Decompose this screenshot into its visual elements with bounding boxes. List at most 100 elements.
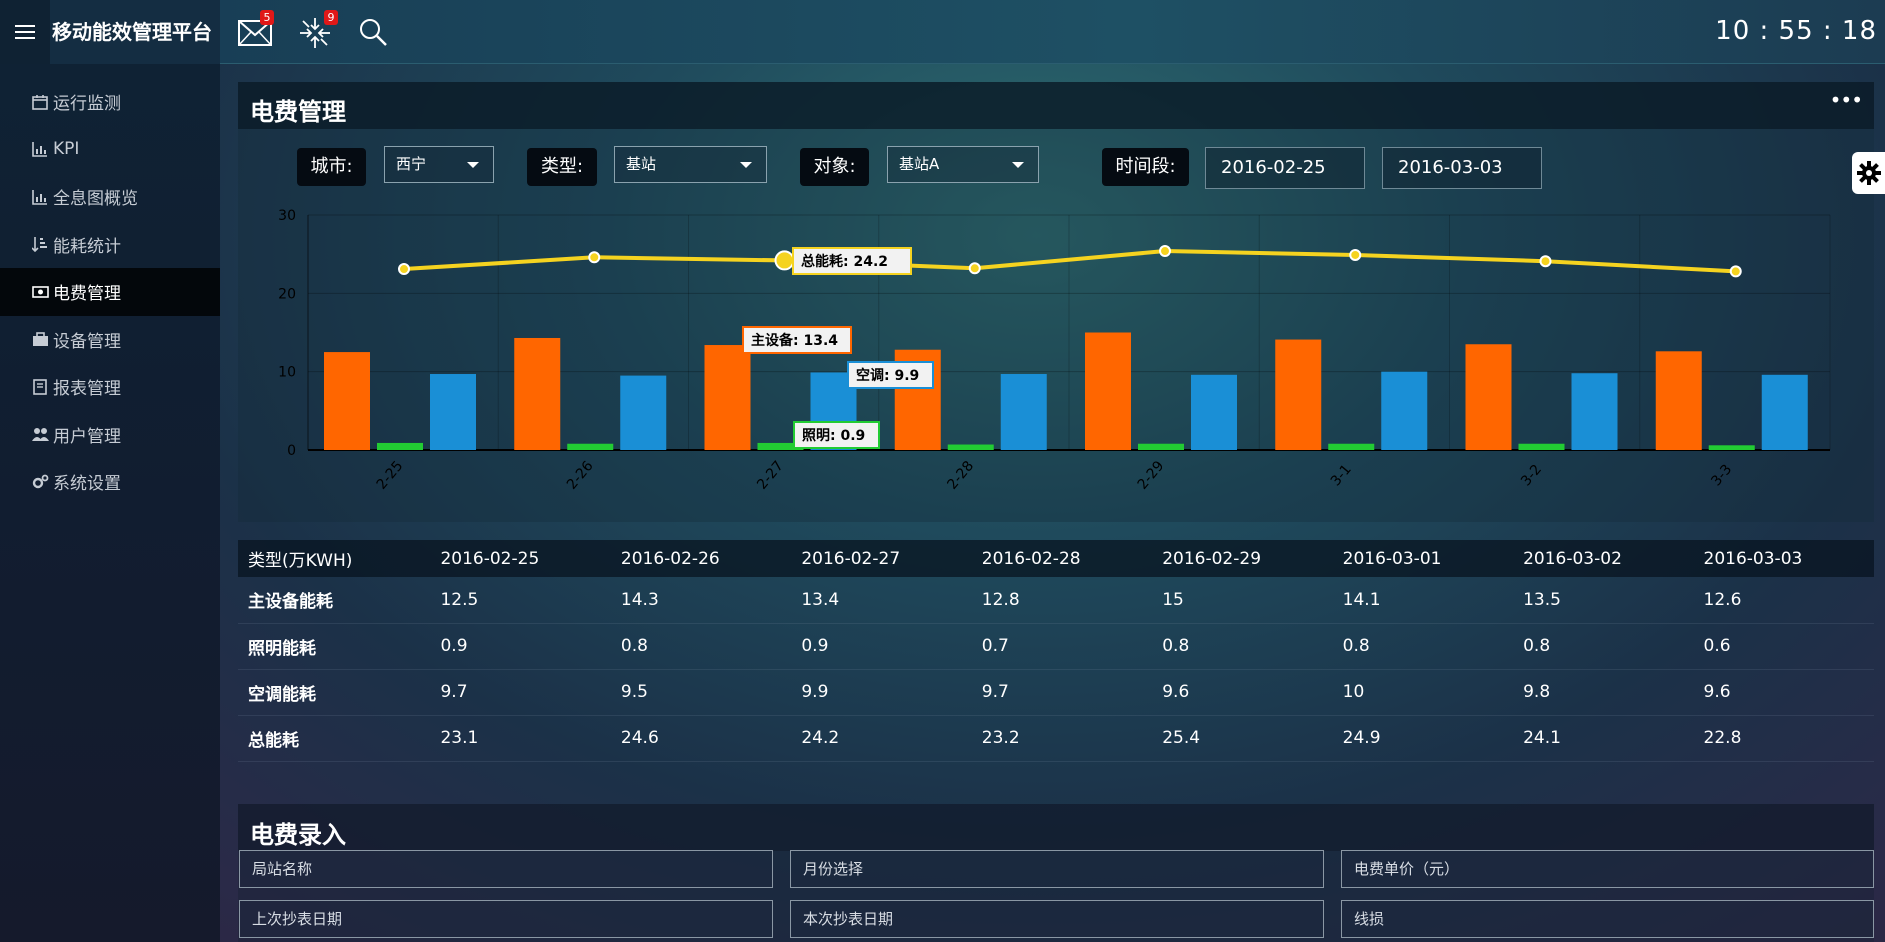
alert-button[interactable]: 9: [298, 10, 338, 50]
type-label: 类型:: [527, 148, 597, 186]
sidebar-item-6[interactable]: 报表管理: [0, 363, 220, 411]
x-tick-label: 3-2: [1518, 462, 1545, 490]
sidebar-item-1[interactable]: KPI: [0, 126, 220, 174]
table-cell: 10: [1332, 669, 1514, 716]
table-cell: 9.8: [1513, 669, 1694, 716]
table-header-date: 2016-03-01: [1332, 540, 1514, 577]
table-row-label: 主设备能耗: [238, 577, 431, 624]
line-loss-field[interactable]: 线损: [1341, 900, 1874, 938]
table-cell: 0.9: [791, 623, 972, 670]
form-header: 电费录入: [238, 804, 1874, 851]
city-select[interactable]: 西宁: [384, 146, 494, 183]
table-header-date: 2016-02-28: [971, 540, 1153, 577]
y-tick-label: 10: [278, 365, 296, 381]
table-cell: 22.8: [1693, 715, 1874, 762]
table-cell: 12.5: [430, 577, 611, 624]
line-point: [588, 251, 601, 264]
bar-主设备: [1085, 332, 1131, 450]
search-button[interactable]: [358, 14, 398, 50]
app-title: 移动能效管理平台: [50, 0, 220, 64]
this-reading-date-field[interactable]: 本次抄表日期: [790, 900, 1324, 938]
line-point: [398, 263, 410, 276]
bar-空调: [1000, 374, 1047, 450]
line-point: [1349, 248, 1362, 261]
table-cell: 0.7: [971, 623, 1153, 670]
table-row: 总能耗 23.1 24.6 24.2 23.2 25.4 24.9 24.1 22.8: [238, 715, 1874, 762]
sidebar-item-4[interactable]: 电费管理: [0, 268, 220, 316]
table-header-date: 2016-03-02: [1513, 540, 1694, 577]
gear-icon: [1856, 161, 1881, 185]
table-cell: 9.9: [791, 669, 972, 716]
city-label: 城市:: [297, 148, 366, 186]
briefcase-icon: [33, 332, 48, 347]
table-cell: 0.8: [1152, 623, 1333, 670]
table-cell: 24.6: [610, 715, 792, 762]
target-select-value: 基站A: [899, 155, 940, 173]
bar-空调: [430, 374, 476, 450]
sidebar-item-label: 设备管理: [53, 331, 121, 352]
table-cell: 9.6: [1693, 669, 1874, 716]
sidebar-item-label: 电费管理: [53, 284, 121, 305]
month-select-field[interactable]: 月份选择: [790, 850, 1324, 888]
period-label: 时间段:: [1102, 148, 1189, 186]
target-select[interactable]: 基站A: [887, 146, 1039, 183]
sidebar-item-2[interactable]: 全息图概览: [0, 173, 220, 221]
sidebar-item-label: 全息图概览: [53, 189, 138, 210]
bar-照明: [377, 442, 423, 450]
panel-title: 电费管理: [250, 98, 346, 126]
settings-tab[interactable]: [1852, 152, 1885, 194]
panel-header: 电费管理 •••: [238, 82, 1874, 129]
last-reading-date-field[interactable]: 上次抄表日期: [239, 900, 773, 938]
end-date-input[interactable]: 2016-03-03: [1382, 147, 1542, 189]
start-date-input[interactable]: 2016-02-25: [1205, 147, 1365, 189]
sidebar-item-5[interactable]: 设备管理: [0, 316, 220, 364]
bar-主设备: [1465, 344, 1512, 450]
hamburger-icon: [15, 23, 35, 41]
hamburger-menu-button[interactable]: [0, 0, 50, 64]
sidebar-item-label: 用户管理: [53, 426, 121, 447]
table-header-date: 2016-02-27: [791, 540, 972, 577]
bar-主设备: [514, 337, 561, 450]
table-cell: 25.4: [1152, 715, 1333, 762]
sidebar-item-label: 系统设置: [53, 474, 121, 495]
type-select-value: 基站: [626, 155, 657, 173]
sidebar-item-8[interactable]: 系统设置: [0, 458, 220, 506]
table-cell: 23.2: [971, 715, 1153, 762]
sidebar-item-label: 能耗统计: [53, 236, 121, 257]
sidebar-item-3[interactable]: 能耗统计: [0, 221, 220, 269]
cogs-icon: [32, 474, 49, 488]
line-point: [774, 250, 795, 271]
table-row: 主设备能耗 12.5 14.3 13.4 12.8 15 14.1 13.5 12.6: [238, 577, 1874, 624]
x-tick-label: 2-25: [374, 458, 407, 493]
sidebar-item-7[interactable]: 用户管理: [0, 411, 220, 459]
clock: 10 : 55 : 18: [1715, 16, 1877, 46]
bar-空调: [1381, 371, 1428, 450]
x-tick-label: 2-29: [1135, 458, 1168, 493]
bar-主设备: [1275, 339, 1322, 450]
unit-price-field[interactable]: 电费单价（元）: [1341, 850, 1874, 888]
more-options-icon[interactable]: •••: [1830, 88, 1863, 112]
x-tick-label: 2-27: [754, 458, 787, 493]
mail-button[interactable]: 5: [238, 10, 278, 50]
bar-主设备: [1655, 351, 1702, 450]
table-cell: 9.5: [610, 669, 792, 716]
table-cell: 14.3: [610, 577, 792, 624]
mail-badge: 5: [260, 10, 274, 25]
station-name-field[interactable]: 局站名称: [239, 850, 773, 888]
type-select[interactable]: 基站: [614, 146, 767, 183]
table-row-label: 照明能耗: [238, 623, 431, 670]
table-cell: 9.6: [1152, 669, 1333, 716]
table-row-label: 总能耗: [238, 715, 431, 762]
table-cell: 13.4: [791, 577, 972, 624]
bar-照明: [947, 444, 994, 450]
tooltip-light-text: 照明: 0.9: [802, 428, 865, 444]
sidebar-item-0[interactable]: 运行监测: [0, 78, 220, 126]
line-total-energy: [403, 249, 1736, 274]
form-title: 电费录入: [250, 821, 346, 849]
bar-主设备: [704, 345, 751, 450]
y-tick-label: 20: [278, 286, 296, 302]
bar-照明: [1328, 443, 1375, 450]
table-cell: 0.8: [1332, 623, 1514, 670]
table-row-label: 空调能耗: [238, 669, 431, 716]
table-cell: 24.1: [1513, 715, 1694, 762]
